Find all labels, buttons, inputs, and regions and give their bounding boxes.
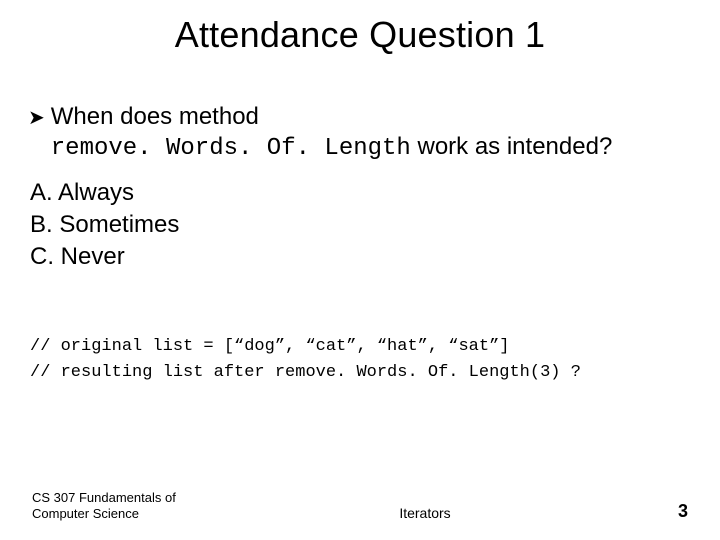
- question-text: When does method remove. Words. Of. Leng…: [51, 102, 692, 164]
- answer-options: A. Always B. Sometimes C. Never: [30, 178, 692, 272]
- footer-course-line2: Computer Science: [32, 506, 139, 521]
- code-comment-block: // original list = [“dog”, “cat”, “hat”,…: [30, 334, 692, 385]
- option-a: A. Always: [30, 178, 692, 208]
- slide-footer: CS 307 Fundamentals of Computer Science …: [0, 490, 720, 523]
- footer-course: CS 307 Fundamentals of Computer Science: [32, 490, 202, 523]
- footer-topic: Iterators: [202, 505, 648, 522]
- question-bullet: ➤ When does method remove. Words. Of. Le…: [28, 102, 692, 164]
- question-code: remove. Words. Of. Length: [51, 135, 411, 162]
- code-line-1: // original list = [“dog”, “cat”, “hat”,…: [30, 334, 692, 360]
- question-lead: When does method: [51, 103, 259, 130]
- code-line-2-pre: // resulting list after: [30, 363, 275, 382]
- footer-course-line1: CS 307 Fundamentals of: [32, 490, 176, 505]
- page-number: 3: [648, 501, 688, 522]
- bullet-icon: ➤: [28, 104, 45, 132]
- slide: Attendance Question 1 ➤ When does method…: [0, 0, 720, 540]
- slide-title: Attendance Question 1: [0, 0, 720, 56]
- question-tail: work as intended?: [411, 133, 612, 160]
- code-line-2: // resulting list after remove. Words. O…: [30, 360, 692, 386]
- option-c: C. Never: [30, 242, 692, 272]
- code-line-2-code: remove. Words. Of. Length(3) ?: [275, 363, 581, 382]
- slide-body: ➤ When does method remove. Words. Of. Le…: [0, 56, 720, 385]
- option-b: B. Sometimes: [30, 210, 692, 240]
